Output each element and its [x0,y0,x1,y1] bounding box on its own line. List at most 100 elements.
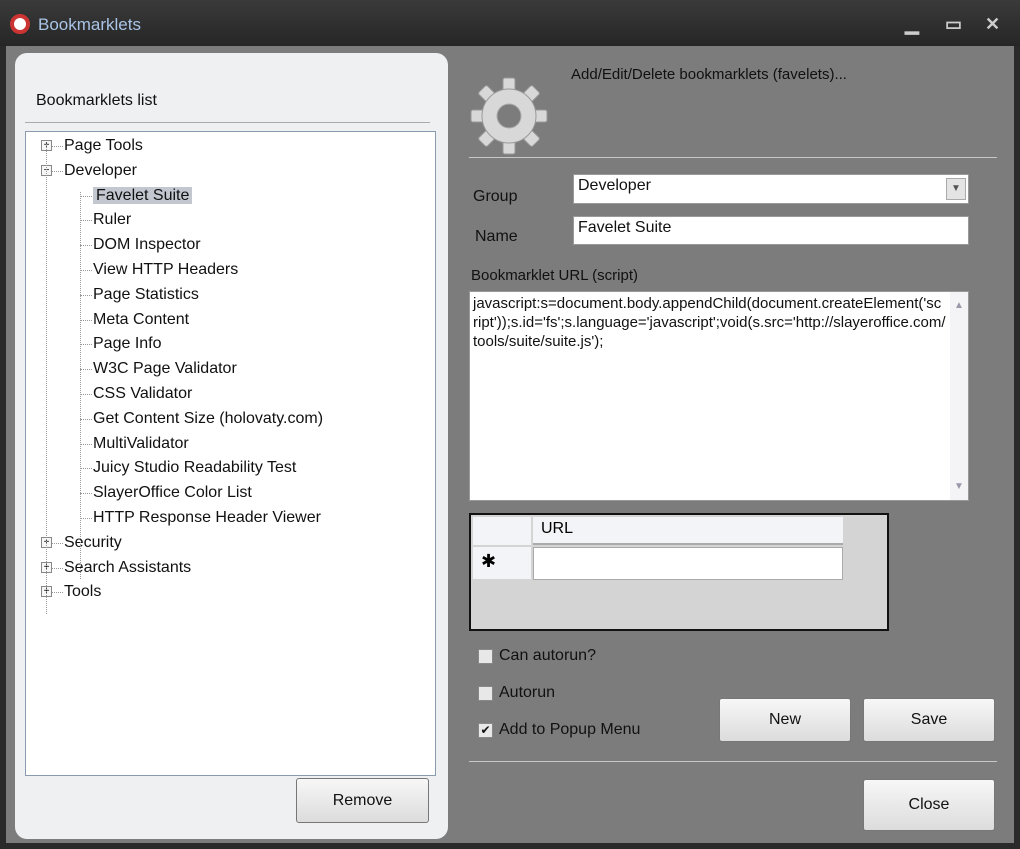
tree-item[interactable]: Favelet Suite [93,185,193,207]
chevron-down-icon[interactable]: ▼ [946,178,966,200]
tree-connector [80,369,92,371]
tree-item-label: Page Tools [64,137,143,154]
window-title: Bookmarklets [38,15,141,34]
close-button[interactable]: Close [863,779,995,831]
tree-item-label: Security [64,533,122,551]
checkbox-box[interactable] [478,648,493,664]
tree-item-label: DOM Inspector [93,236,201,254]
tree-item-label: Ruler [93,211,132,229]
scroll-down-icon[interactable]: ▼ [950,477,968,496]
tree-item-label: Page Info [93,335,162,353]
maximize-button[interactable]: ▭ [945,14,962,35]
autorun-label: Autorun [499,684,556,701]
window-body: Bookmarklets list Page Tools + Developer − F… [6,46,1014,843]
divider [469,157,997,158]
tree-item[interactable]: Juicy Studio Readability Test [93,457,296,479]
grid-cell-url[interactable] [533,547,843,580]
new-button[interactable]: New [719,698,851,742]
tree-connector [51,542,63,544]
divider [25,122,430,123]
group-label: Group [473,188,518,205]
bookmarklets-tree[interactable]: Page Tools + Developer − Favelet Suite Ruler D… [25,131,436,776]
tree-item[interactable]: MultiValidator [93,433,189,455]
url-grid[interactable]: URL ✱ [469,513,889,631]
tree-item-label: W3C Page Validator [93,360,237,378]
add-to-popup-checkbox[interactable]: ✔ Add to Popup Menu [478,721,640,739]
tree-connector [80,319,92,321]
tree-item[interactable]: CSS Validator [93,383,192,405]
tree-item[interactable]: Ruler [93,209,131,231]
tree-connector [80,294,92,296]
tree-item-label: Tools [64,583,102,601]
tree-item-label: SlayerOffice Color List [93,484,252,502]
tree-item[interactable]: Page Info [93,333,162,355]
column-header-url[interactable]: URL [533,517,843,545]
tree-item-label: Search Assistants [64,558,192,576]
scrollbar[interactable]: ▲ ▼ [950,292,968,500]
url-label: Bookmarklet URL (script) [471,267,638,284]
new-row-marker: ✱ [473,547,531,579]
check-icon[interactable]: ✔ [478,722,493,738]
tree-item-label: Page Statistics [93,285,199,303]
tree-item-label: CSS Validator [93,385,193,402]
minimize-button[interactable]: ▁ [905,14,919,35]
tree-item[interactable]: View HTTP Headers [93,259,238,281]
tree-item-label: MultiValidator [93,434,189,452]
title-bar: Bookmarklets ▁ ▭ ✕ [0,0,1020,46]
scroll-up-icon[interactable]: ▲ [950,296,968,315]
tree-item-label: Meta Content [93,310,190,328]
lifebuoy-icon [10,14,30,34]
panel-title: Bookmarklets list [36,92,157,109]
tree-item[interactable]: Developer [64,160,137,182]
tree-item[interactable]: Search Assistants [64,557,191,579]
tree-item-label: View HTTP Headers [93,261,239,278]
tree-item-label: HTTP Response Header Viewer [93,509,321,526]
checkbox-box[interactable] [478,685,493,701]
tree-item[interactable]: Get Content Size (holovaty.com) [93,408,323,430]
tree-item[interactable]: Page Statistics [93,284,199,306]
can-autorun-checkbox[interactable]: Can autorun? [478,647,596,665]
close-window-button[interactable]: ✕ [985,14,1000,35]
group-select[interactable]: Developer ▼ [573,174,969,204]
tree-connector [80,195,92,197]
tree-item-label: Developer [64,161,137,179]
tree-connector [80,418,92,420]
tree-item[interactable]: Security [64,532,122,554]
tree-connector [51,592,63,594]
tree-connector [51,170,63,172]
can-autorun-label: Can autorun? [499,647,596,664]
tree-connector [80,344,92,346]
tree-item[interactable]: Meta Content [93,309,189,331]
save-button[interactable]: Save [863,698,995,742]
tree-item[interactable]: SlayerOffice Color List [93,482,252,504]
divider [469,761,997,762]
bookmarklets-panel: Bookmarklets list Page Tools + Developer − F… [15,53,448,839]
tree-connector [80,493,92,495]
tree-connector [51,567,63,569]
tree-item[interactable]: Tools [64,581,101,603]
tree-connector [80,192,81,579]
tree-connector [80,518,92,519]
add-to-popup-label: Add to Popup Menu [499,721,641,738]
remove-button[interactable]: Remove [296,778,429,823]
url-textarea[interactable]: javascript:s=document.body.appendChild(d… [469,291,969,501]
tree-connector [80,443,92,445]
tree-item[interactable]: Page Tools [64,135,143,157]
tree-connector [80,394,92,395]
row-header-corner [473,517,531,545]
tree-connector [46,144,47,614]
tree-item[interactable]: DOM Inspector [93,234,201,256]
tree-connector [80,220,92,222]
tree-item[interactable]: W3C Page Validator [93,358,237,380]
tree-connector [80,468,92,470]
tree-item-label: Juicy Studio Readability Test [93,459,297,477]
url-text: javascript:s=document.body.appendChild(d… [473,295,946,350]
header-text: Add/Edit/Delete bookmarklets (favelets).… [571,66,847,83]
tree-item[interactable]: HTTP Response Header Viewer [93,507,321,529]
gear-icon [470,77,548,155]
autorun-checkbox[interactable]: Autorun [478,684,555,702]
name-input[interactable]: Favelet Suite [573,216,969,245]
name-label: Name [475,228,518,245]
tree-item-label: Get Content Size (holovaty.com) [93,409,324,427]
tree-connector [51,146,63,147]
